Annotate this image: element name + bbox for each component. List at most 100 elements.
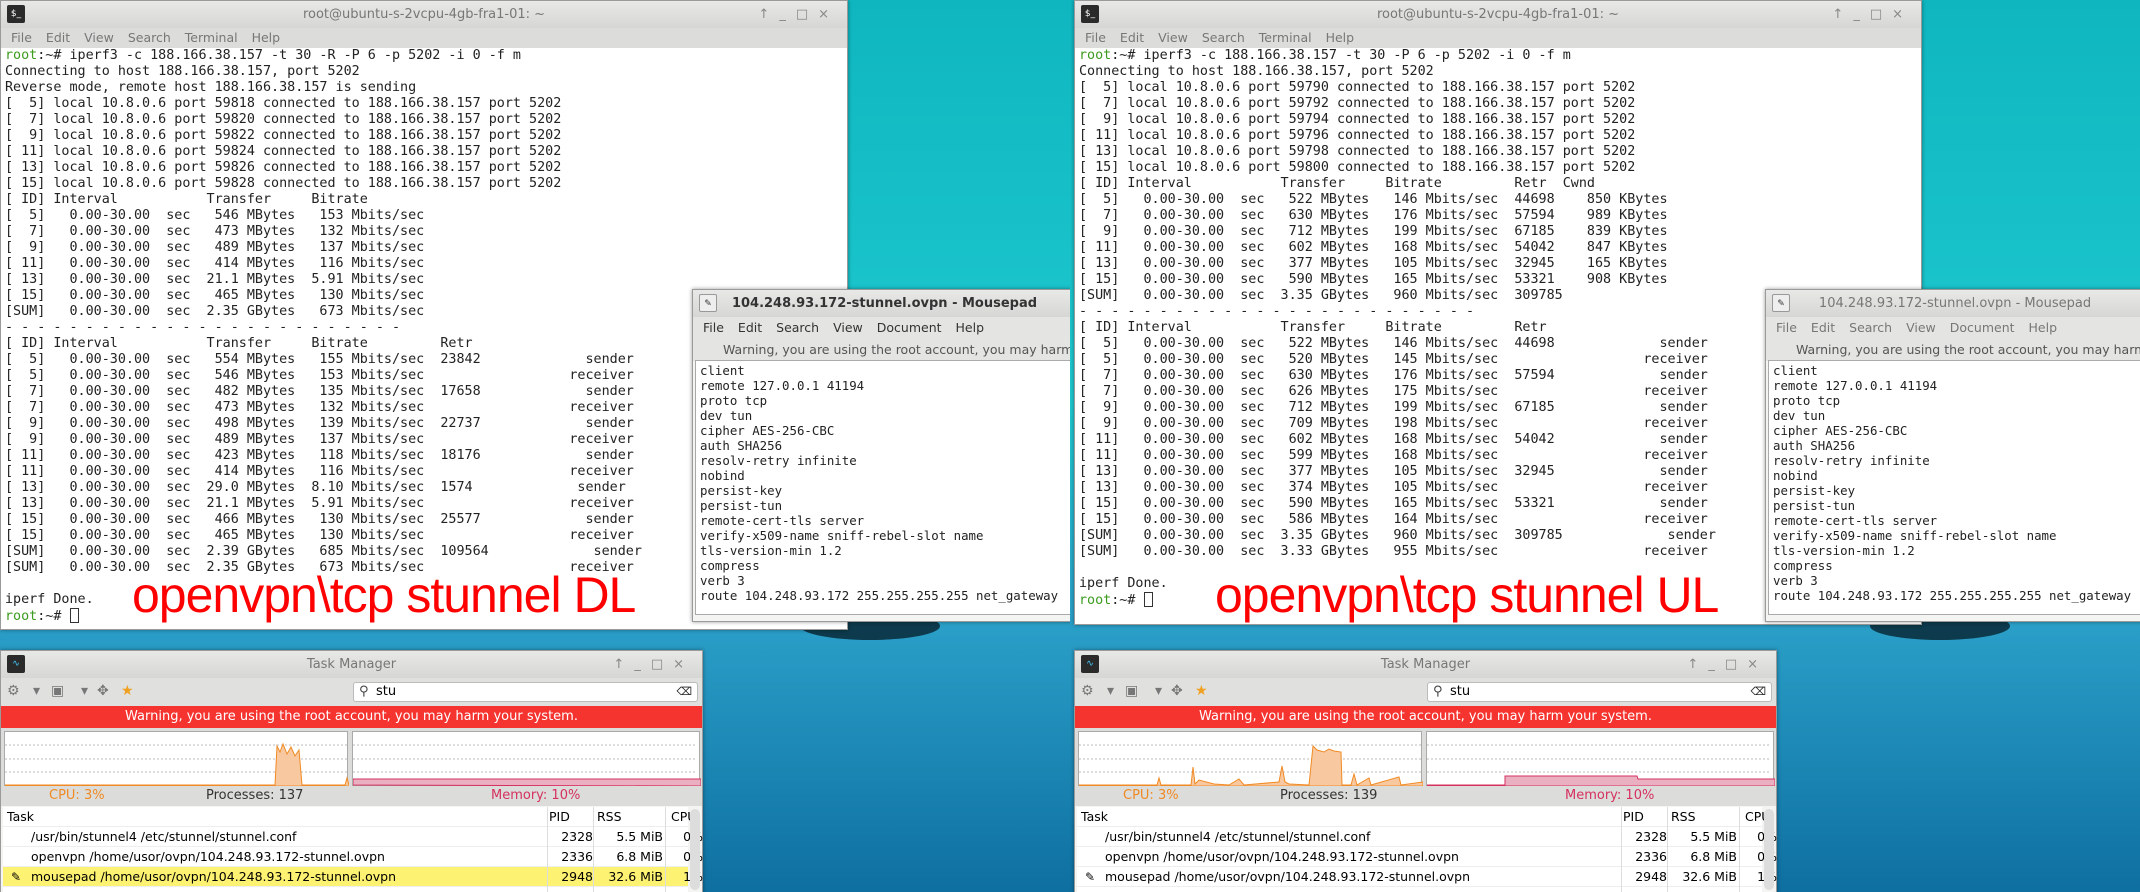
mousepad-menu-help[interactable]: Help — [956, 320, 985, 335]
table-row[interactable]: openvpn /home/usor/ovpn/104.248.93.172-s… — [1077, 847, 1777, 867]
menu-search[interactable]: Search — [128, 30, 171, 45]
command-line: root:~# iperf3 -c 188.166.38.157 -t 30 -… — [5, 48, 843, 64]
memory-label: Memory: 10% — [491, 788, 581, 803]
menu-help[interactable]: Help — [252, 30, 281, 45]
mousepad-editor[interactable]: client remote 127.0.0.1 41194 proto tcp dev… — [1768, 360, 2140, 615]
terminal-line: [ 11] 0.00-30.00 sec 602 MBytes 168 Mbit… — [1079, 240, 1668, 255]
mousepad-titlebar[interactable]: ✎ 104.248.93.172-stunnel.ovpn - Mousepad — [693, 290, 1070, 317]
column-task[interactable]: Task — [1081, 807, 1108, 827]
prompt-suffix: :~# — [1111, 593, 1136, 608]
view-icon[interactable]: ▣ — [1125, 683, 1138, 699]
menu-edit[interactable]: Edit — [1120, 30, 1144, 45]
terminal-line: [ 7] local 10.8.0.6 port 59820 connected… — [5, 112, 562, 127]
column-pid[interactable]: PID — [549, 807, 593, 827]
crosshair-icon[interactable]: ✥ — [1171, 683, 1183, 699]
search-input[interactable]: ⚲ stu ⌫ — [353, 682, 698, 702]
root-warning-banner: Warning, you are using the root account,… — [1, 706, 702, 728]
cell-task: /usr/bin/stunnel4 /etc/stunnel/stunnel.c… — [31, 829, 297, 844]
table-row[interactable]: ✎ mousepad /home/usor/ovpn/104.248.93.172… — [1077, 867, 1777, 887]
menu-help[interactable]: Help — [1326, 30, 1355, 45]
task-manager-title: Task Manager — [306, 657, 397, 672]
editor-line: nobind — [1773, 468, 1818, 483]
editor-line: persist-key — [1773, 483, 1856, 498]
terminal-line: [ 9] local 10.8.0.6 port 59822 connected… — [5, 128, 562, 143]
mousepad-menu-document[interactable]: Document — [877, 320, 942, 335]
mousepad-menu-document[interactable]: Document — [1950, 320, 2015, 335]
mousepad-menu-search[interactable]: Search — [1849, 320, 1892, 335]
dropdown-icon[interactable]: ▾ — [1107, 683, 1114, 699]
window-controls[interactable]: ↑_□× — [1687, 651, 1768, 678]
mousepad-menu-help[interactable]: Help — [2029, 320, 2058, 335]
star-icon[interactable]: ★ — [121, 683, 134, 699]
cell-rss: 6.8 MiB — [616, 849, 663, 864]
task-manager-toolbar: ⚙ ▾ ▣ ▾ ✥ ★ ⚲ stu ⌫ — [1075, 678, 1776, 706]
table-row[interactable]: openvpn /home/usor/ovpn/104.248.93.172-s… — [3, 847, 703, 867]
mousepad-menu-edit[interactable]: Edit — [738, 320, 762, 335]
menu-search[interactable]: Search — [1202, 30, 1245, 45]
mousepad-window[interactable]: ✎ 104.248.93.172-stunnel.ovpn - Mousepad F… — [692, 289, 1070, 622]
terminal-line: [ 11] local 10.8.0.6 port 59796 connecte… — [1079, 128, 1636, 143]
column-pid[interactable]: PID — [1623, 807, 1667, 827]
mousepad-menu-view[interactable]: View — [833, 320, 863, 335]
task-manager-titlebar[interactable]: ∿ Task Manager ↑_□× — [1, 651, 702, 678]
cell-rss: 6.8 MiB — [1690, 849, 1737, 864]
menu-view[interactable]: View — [84, 30, 114, 45]
mousepad-menu-view[interactable]: View — [1906, 320, 1936, 335]
editor-line: remote-cert-tls server — [1773, 513, 1938, 528]
prompt-user: root — [1079, 48, 1112, 63]
mousepad-titlebar[interactable]: ✎ 104.248.93.172-stunnel.ovpn - Mousepad — [1766, 290, 2140, 317]
search-icon: ⚲ — [1433, 684, 1443, 699]
column-divider — [547, 807, 548, 892]
table-row[interactable]: ✎ mousepad /home/usor/ovpn/104.248.93.172… — [3, 867, 703, 887]
star-icon[interactable]: ★ — [1195, 683, 1208, 699]
terminal-line: [ 11] 0.00-30.00 sec 414 MBytes 116 Mbit… — [5, 256, 425, 271]
mousepad-menu-edit[interactable]: Edit — [1811, 320, 1835, 335]
search-input[interactable]: ⚲ stu ⌫ — [1427, 682, 1772, 702]
window-controls[interactable]: ↑_□× — [758, 1, 839, 28]
menu-terminal[interactable]: Terminal — [1259, 30, 1312, 45]
memory-usage-plot — [1426, 744, 1776, 787]
dropdown-icon[interactable]: ▾ — [81, 683, 88, 699]
dropdown-icon[interactable]: ▾ — [1155, 683, 1162, 699]
table-row[interactable]: /usr/bin/stunnel4 /etc/stunnel/stunnel.c… — [1077, 827, 1777, 847]
mousepad-menu-file[interactable]: File — [1776, 320, 1797, 335]
menu-edit[interactable]: Edit — [46, 30, 70, 45]
mousepad-editor[interactable]: client remote 127.0.0.1 41194 proto tcp dev… — [695, 360, 1070, 615]
terminal-line: [ 15] local 10.8.0.6 port 59800 connecte… — [1079, 160, 1636, 175]
view-icon[interactable]: ▣ — [51, 683, 64, 699]
mousepad-window[interactable]: ✎ 104.248.93.172-stunnel.ovpn - Mousepad F… — [1765, 289, 2140, 622]
column-rss[interactable]: RSS — [1671, 807, 1737, 827]
crosshair-icon[interactable]: ✥ — [97, 683, 109, 699]
menu-file[interactable]: File — [1085, 30, 1106, 45]
task-manager-window[interactable]: ∿ Task Manager ↑_□× ⚙ ▾ ▣ ▾ ✥ ★ ⚲ stu ⌫ Warning, you… — [1074, 650, 1777, 892]
editor-line: auth SHA256 — [700, 438, 783, 453]
table-scrollbar[interactable] — [690, 809, 700, 890]
window-controls[interactable]: ↑_□× — [1832, 1, 1913, 28]
editor-line: resolv-retry infinite — [1773, 453, 1930, 468]
column-task[interactable]: Task — [7, 807, 34, 827]
editor-line: persist-tun — [1773, 498, 1856, 513]
window-controls[interactable]: ↑_□× — [613, 651, 694, 678]
menu-file[interactable]: File — [11, 30, 32, 45]
mousepad-menu-search[interactable]: Search — [776, 320, 819, 335]
task-manager-titlebar[interactable]: ∿ Task Manager ↑_□× — [1075, 651, 1776, 678]
column-rss[interactable]: RSS — [597, 807, 663, 827]
editor-line: proto tcp — [1773, 393, 1841, 408]
task-manager-window[interactable]: ∿ Task Manager ↑_□× ⚙ ▾ ▣ ▾ ✥ ★ ⚲ stu ⌫ Warning, you… — [0, 650, 703, 892]
menu-terminal[interactable]: Terminal — [185, 30, 238, 45]
cell-rss: 32.6 MiB — [1682, 869, 1737, 884]
mousepad-menu-file[interactable]: File — [703, 320, 724, 335]
table-row[interactable]: /usr/bin/stunnel4 /etc/stunnel/stunnel.c… — [3, 827, 703, 847]
clear-search-icon[interactable]: ⌫ — [1750, 683, 1766, 701]
task-manager-icon: ∿ — [7, 655, 25, 673]
settings-icon[interactable]: ⚙ — [7, 683, 20, 699]
terminal-titlebar[interactable]: $_ root@ubuntu-s-2vcpu-4gb-fra1-01: ~ ↑_□× — [1075, 1, 1921, 28]
settings-icon[interactable]: ⚙ — [1081, 683, 1094, 699]
table-scrollbar[interactable] — [1764, 809, 1774, 890]
editor-line: remote 127.0.0.1 41194 — [1773, 378, 1938, 393]
table-header: Task PID RSS CPU — [1077, 807, 1770, 827]
dropdown-icon[interactable]: ▾ — [33, 683, 40, 699]
clear-search-icon[interactable]: ⌫ — [676, 683, 692, 701]
terminal-titlebar[interactable]: $_ root@ubuntu-s-2vcpu-4gb-fra1-01: ~ ↑_□× — [1, 1, 847, 28]
menu-view[interactable]: View — [1158, 30, 1188, 45]
